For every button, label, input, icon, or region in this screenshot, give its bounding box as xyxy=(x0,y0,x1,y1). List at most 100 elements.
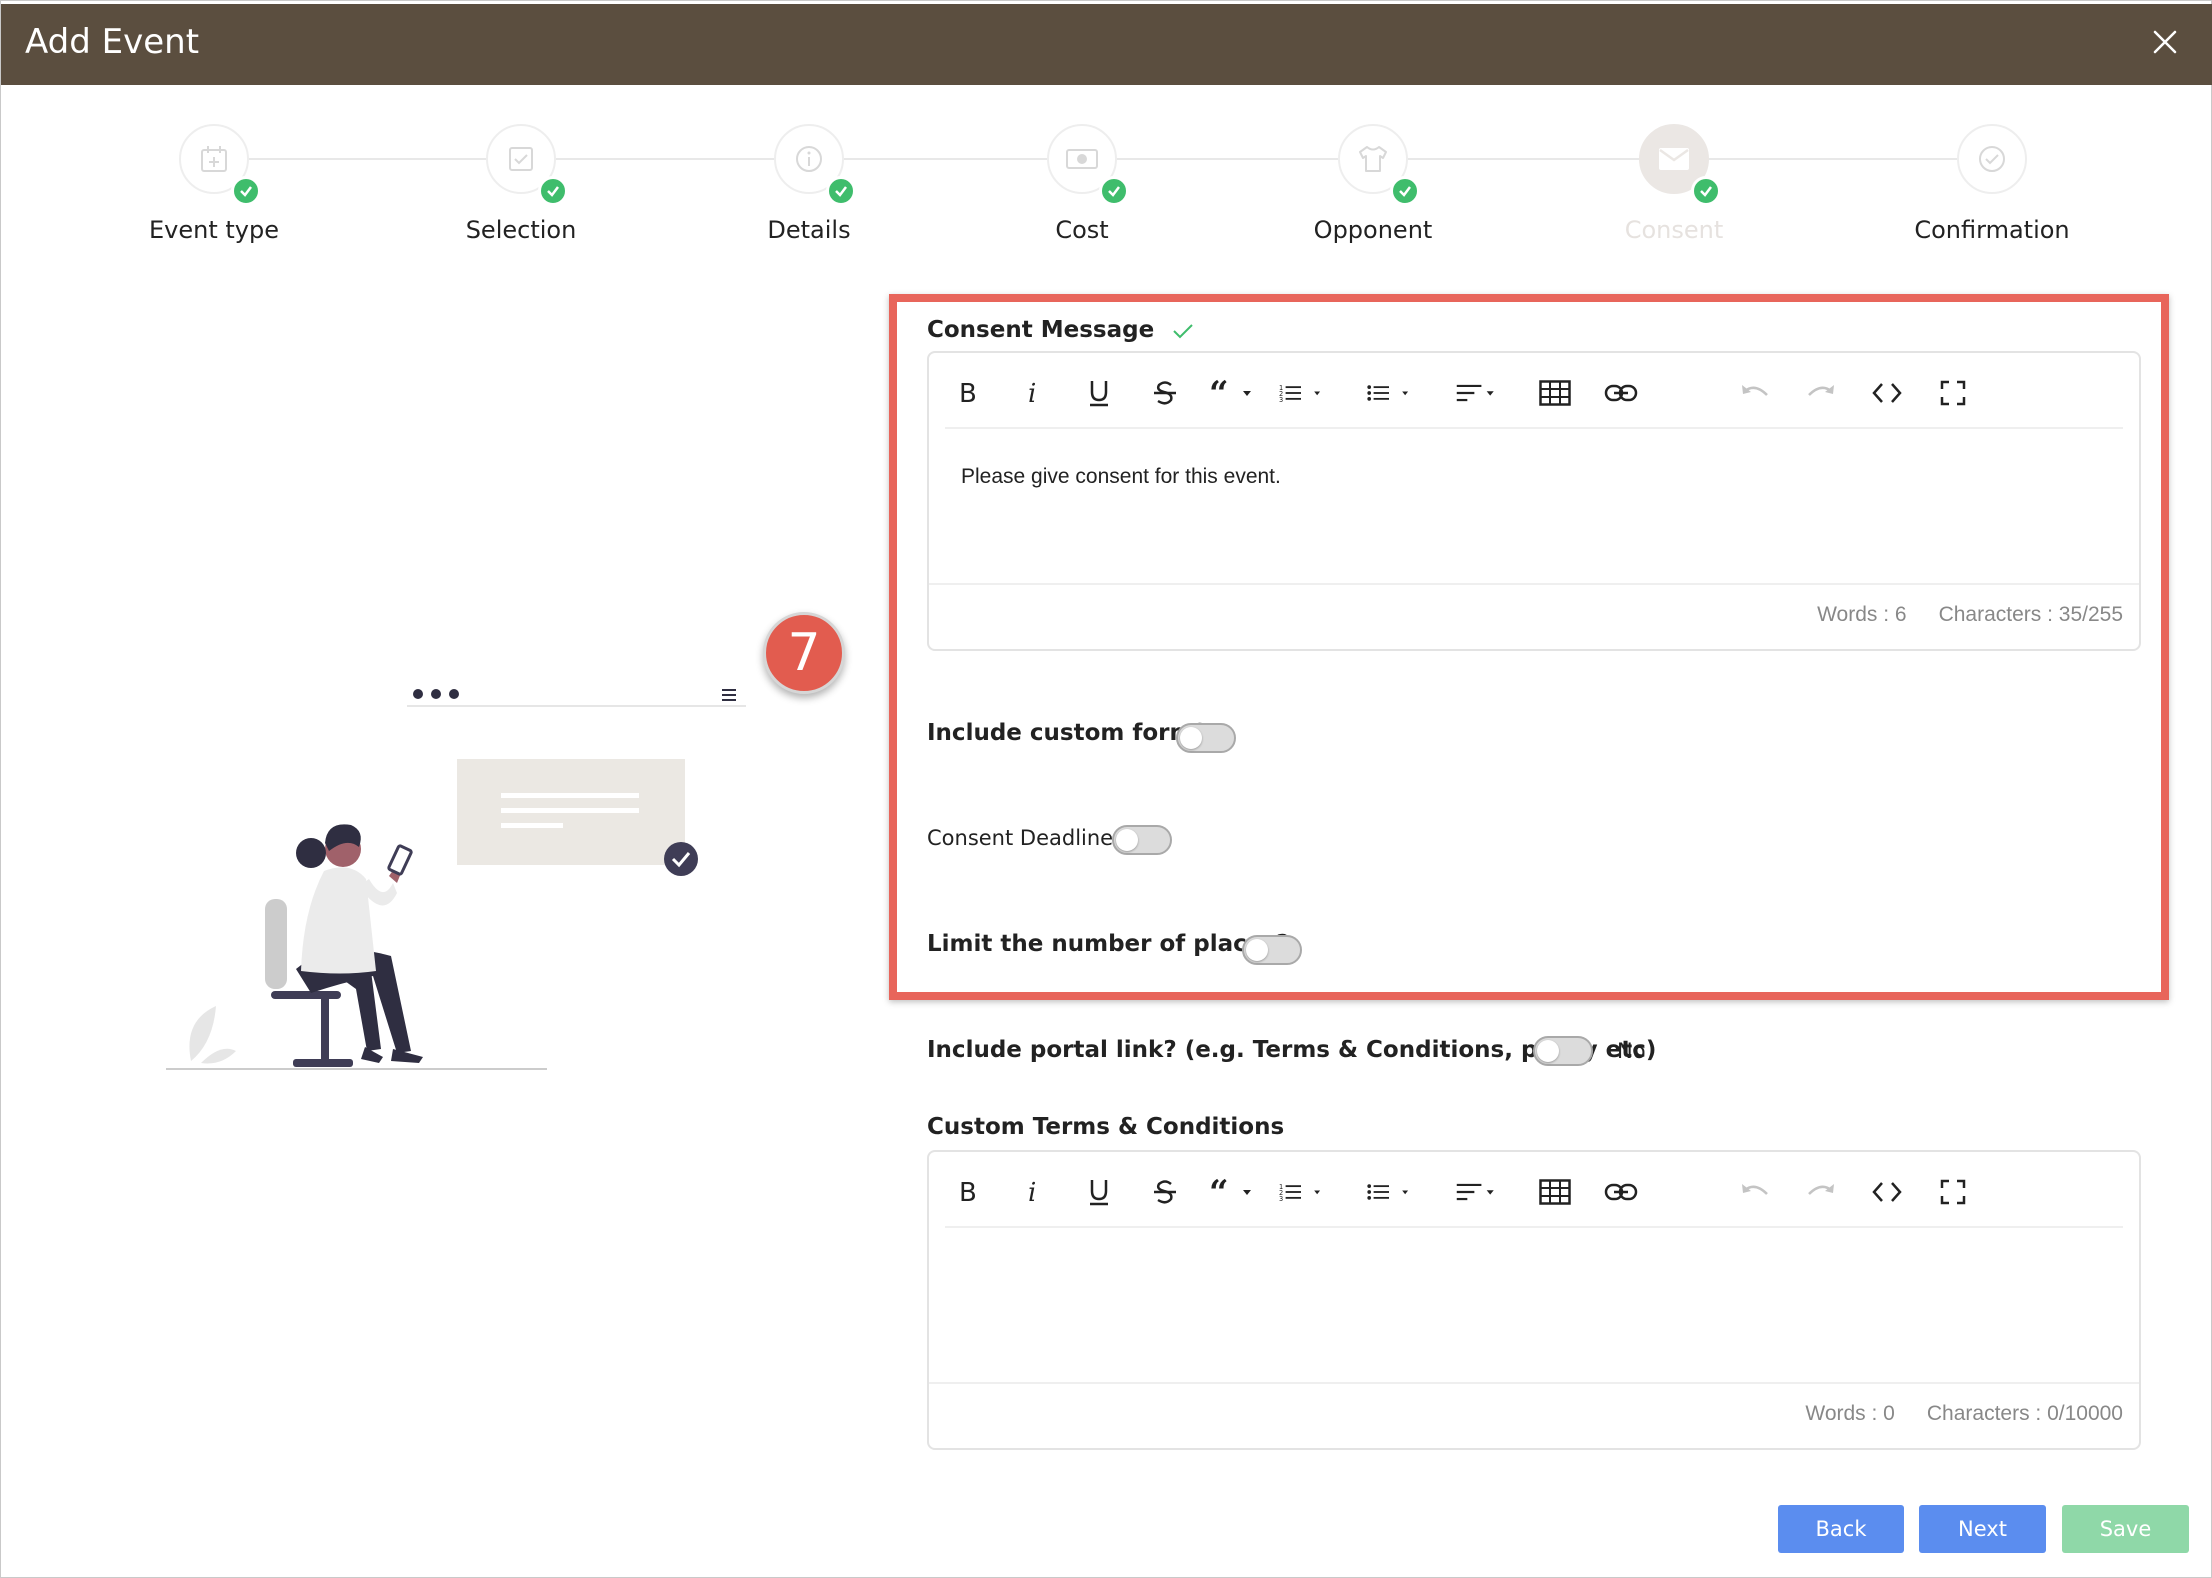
word-count: Words : 0 xyxy=(1805,1402,1895,1425)
editor-counts: Words : 0 Characters : 0/10000 xyxy=(1805,1402,2123,1426)
bullet-list-icon[interactable] xyxy=(1367,373,1411,413)
back-button[interactable]: Back xyxy=(1778,1505,1904,1553)
toggle-knob xyxy=(1180,727,1202,749)
limit-places-toggle[interactable] xyxy=(1242,935,1302,965)
code-view-icon[interactable] xyxy=(1865,1172,1909,1212)
italic-icon[interactable]: i xyxy=(1011,373,1055,413)
table-icon[interactable] xyxy=(1533,1172,1577,1212)
svg-text:i: i xyxy=(1028,379,1036,407)
modal-title: Add Event xyxy=(25,22,200,62)
consent-message-label: Consent Message xyxy=(927,317,1194,343)
strikethrough-icon[interactable] xyxy=(1143,373,1187,413)
step-label-opponent: Opponent xyxy=(1313,216,1433,244)
step-event-type[interactable] xyxy=(179,124,261,206)
step-confirmation[interactable] xyxy=(1957,124,2027,194)
step-complete-check-icon xyxy=(826,176,856,206)
editor-toolbar: B i “ 123 xyxy=(929,353,2139,429)
step-complete-check-icon xyxy=(538,176,568,206)
editor-toolbar: B i “ 123 xyxy=(929,1152,2139,1228)
align-icon[interactable] xyxy=(1455,373,1499,413)
illustration-person-phone xyxy=(161,671,761,1091)
info-icon xyxy=(796,146,822,172)
bold-icon[interactable]: B xyxy=(945,373,989,413)
consent-deadline-label: Consent Deadline xyxy=(927,826,1114,850)
step-cost[interactable] xyxy=(1047,124,1129,206)
step-complete-check-icon xyxy=(1691,176,1721,206)
include-custom-form-toggle[interactable] xyxy=(1176,723,1236,753)
ordered-list-icon[interactable]: 123 xyxy=(1279,373,1323,413)
step-details[interactable] xyxy=(774,124,856,206)
svg-text:“: “ xyxy=(1209,379,1229,407)
blockquote-icon[interactable]: “ xyxy=(1209,1172,1253,1212)
italic-icon[interactable]: i xyxy=(1011,1172,1055,1212)
check-circle-icon xyxy=(1979,146,2005,172)
step-label-event-type: Event type xyxy=(149,216,279,244)
editor-counts: Words : 6 Characters : 35/255 xyxy=(1817,603,2123,627)
custom-terms-editor[interactable]: B i “ 123 Words : 0 Characters : 0/10000 xyxy=(927,1150,2141,1450)
character-count: Characters : 35/255 xyxy=(1938,603,2123,626)
redo-icon[interactable] xyxy=(1799,1172,1843,1212)
custom-terms-label: Custom Terms & Conditions xyxy=(927,1114,1285,1140)
close-icon[interactable] xyxy=(2143,20,2187,64)
save-button[interactable]: Save xyxy=(2062,1505,2189,1553)
step-complete-check-icon xyxy=(1390,176,1420,206)
toggle-knob xyxy=(1116,829,1138,851)
toggle-knob xyxy=(1246,939,1268,961)
shirt-icon xyxy=(1359,146,1387,172)
toggle-knob xyxy=(1537,1040,1559,1062)
include-custom-form-label: Include custom form? xyxy=(927,720,1207,746)
consent-message-label-text: Consent Message xyxy=(927,317,1155,343)
portal-link-value: No xyxy=(1617,1039,1646,1063)
step-confirmation-circle xyxy=(1957,124,2027,194)
bullet-list-icon[interactable] xyxy=(1367,1172,1411,1212)
valid-check-icon xyxy=(1173,323,1193,338)
fullscreen-icon[interactable] xyxy=(1931,373,1975,413)
step-selection[interactable] xyxy=(486,124,568,206)
next-button[interactable]: Next xyxy=(1919,1505,2046,1553)
align-icon[interactable] xyxy=(1455,1172,1499,1212)
consent-message-editor[interactable]: B i “ 123 Please give consent for this e… xyxy=(927,351,2141,651)
step-opponent[interactable] xyxy=(1338,124,1420,206)
step-complete-check-icon xyxy=(1099,176,1129,206)
table-icon[interactable] xyxy=(1533,373,1577,413)
svg-text:3: 3 xyxy=(1279,396,1283,404)
limit-places-label: Limit the number of places? xyxy=(927,931,1290,957)
step-number-badge: 7 xyxy=(763,612,845,694)
strikethrough-icon[interactable] xyxy=(1143,1172,1187,1212)
svg-text:3: 3 xyxy=(1279,1195,1283,1203)
modal-titlebar: Add Event xyxy=(1,4,2212,85)
step-label-cost: Cost xyxy=(1055,216,1109,244)
undo-icon[interactable] xyxy=(1733,373,1777,413)
editor-footer: Words : 6 Characters : 35/255 xyxy=(929,583,2139,649)
ordered-list-icon[interactable]: 123 xyxy=(1279,1172,1323,1212)
underline-icon[interactable] xyxy=(1077,373,1121,413)
redo-icon[interactable] xyxy=(1799,373,1843,413)
checkbox-icon xyxy=(509,147,533,171)
envelope-icon xyxy=(1659,148,1689,170)
step-label-selection: Selection xyxy=(465,216,577,244)
consent-deadline-toggle[interactable] xyxy=(1112,825,1172,855)
money-icon xyxy=(1066,149,1098,169)
include-portal-link-toggle[interactable] xyxy=(1533,1036,1593,1066)
link-icon[interactable] xyxy=(1599,373,1643,413)
svg-text:B: B xyxy=(959,379,977,407)
svg-text:“: “ xyxy=(1209,1178,1229,1206)
character-count: Characters : 0/10000 xyxy=(1926,1402,2123,1425)
consent-message-text[interactable]: Please give consent for this event. xyxy=(961,465,1281,489)
link-icon[interactable] xyxy=(1599,1172,1643,1212)
step-consent[interactable] xyxy=(1639,124,1721,206)
fullscreen-icon[interactable] xyxy=(1931,1172,1975,1212)
step-label-confirmation: Confirmation xyxy=(1914,216,2070,244)
editor-footer: Words : 0 Characters : 0/10000 xyxy=(929,1382,2139,1448)
word-count: Words : 6 xyxy=(1817,603,1907,626)
step-label-details: Details xyxy=(767,216,851,244)
blockquote-icon[interactable]: “ xyxy=(1209,373,1253,413)
svg-text:B: B xyxy=(959,1178,977,1206)
undo-icon[interactable] xyxy=(1733,1172,1777,1212)
toolbar-divider xyxy=(945,1226,2123,1228)
bold-icon[interactable]: B xyxy=(945,1172,989,1212)
calendar-plus-icon xyxy=(201,146,227,172)
code-view-icon[interactable] xyxy=(1865,373,1909,413)
underline-icon[interactable] xyxy=(1077,1172,1121,1212)
step-complete-check-icon xyxy=(231,176,261,206)
